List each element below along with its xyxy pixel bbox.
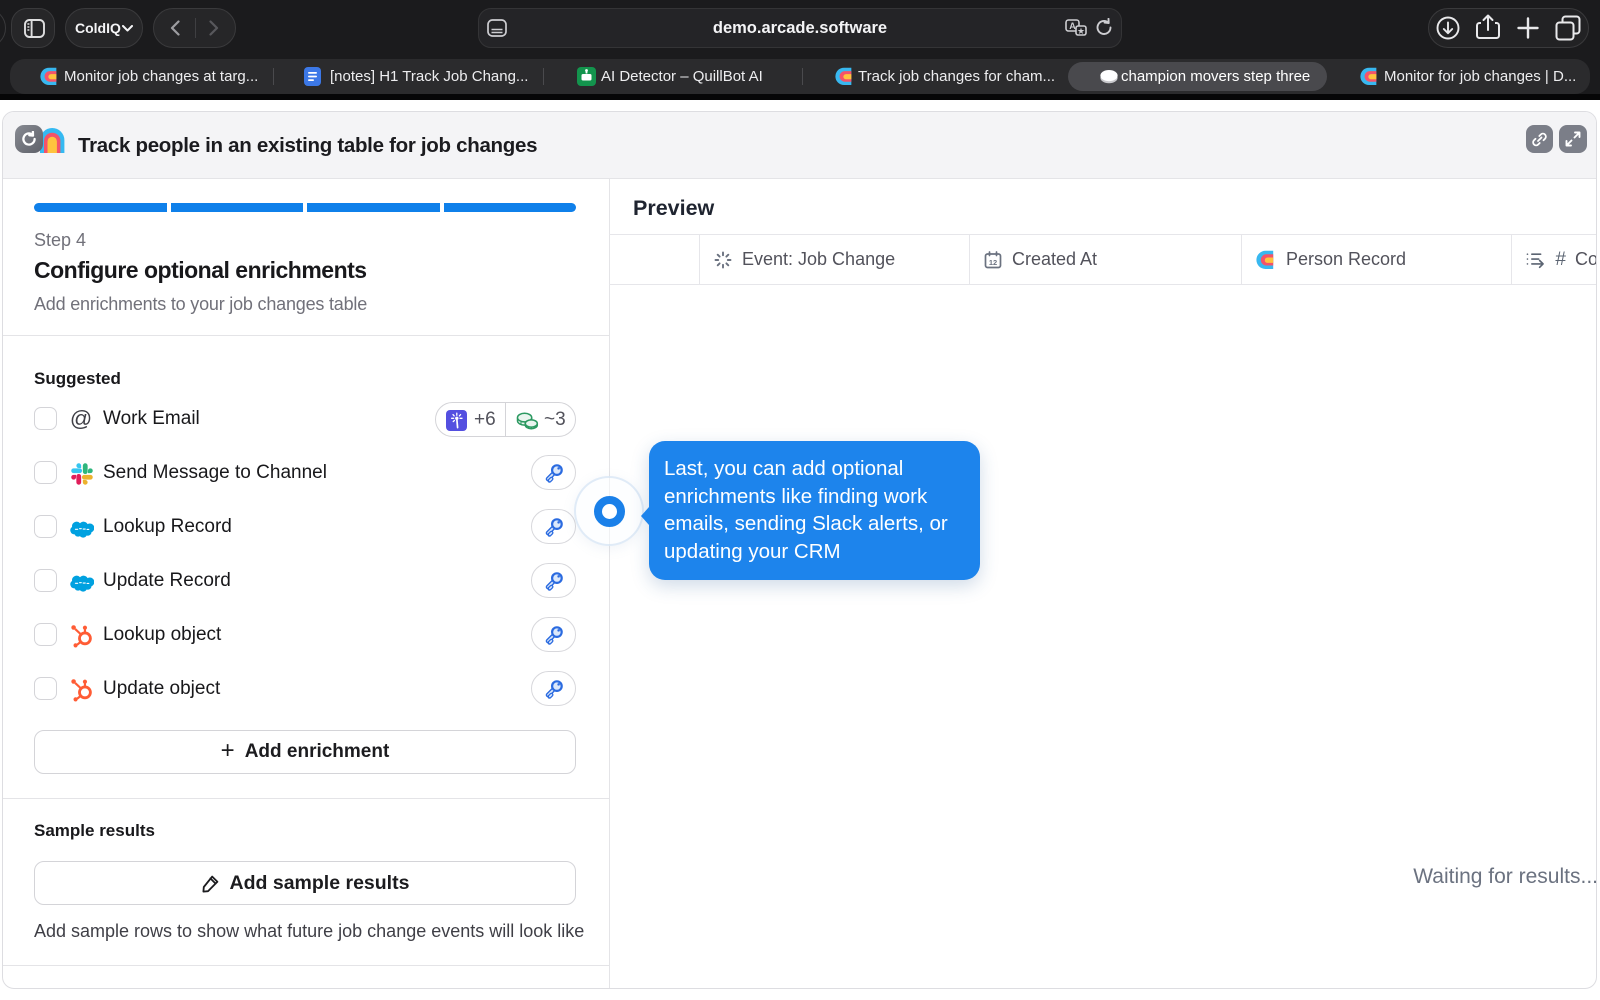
svg-text:12: 12 — [989, 258, 997, 267]
svg-text:A: A — [1069, 21, 1076, 31]
